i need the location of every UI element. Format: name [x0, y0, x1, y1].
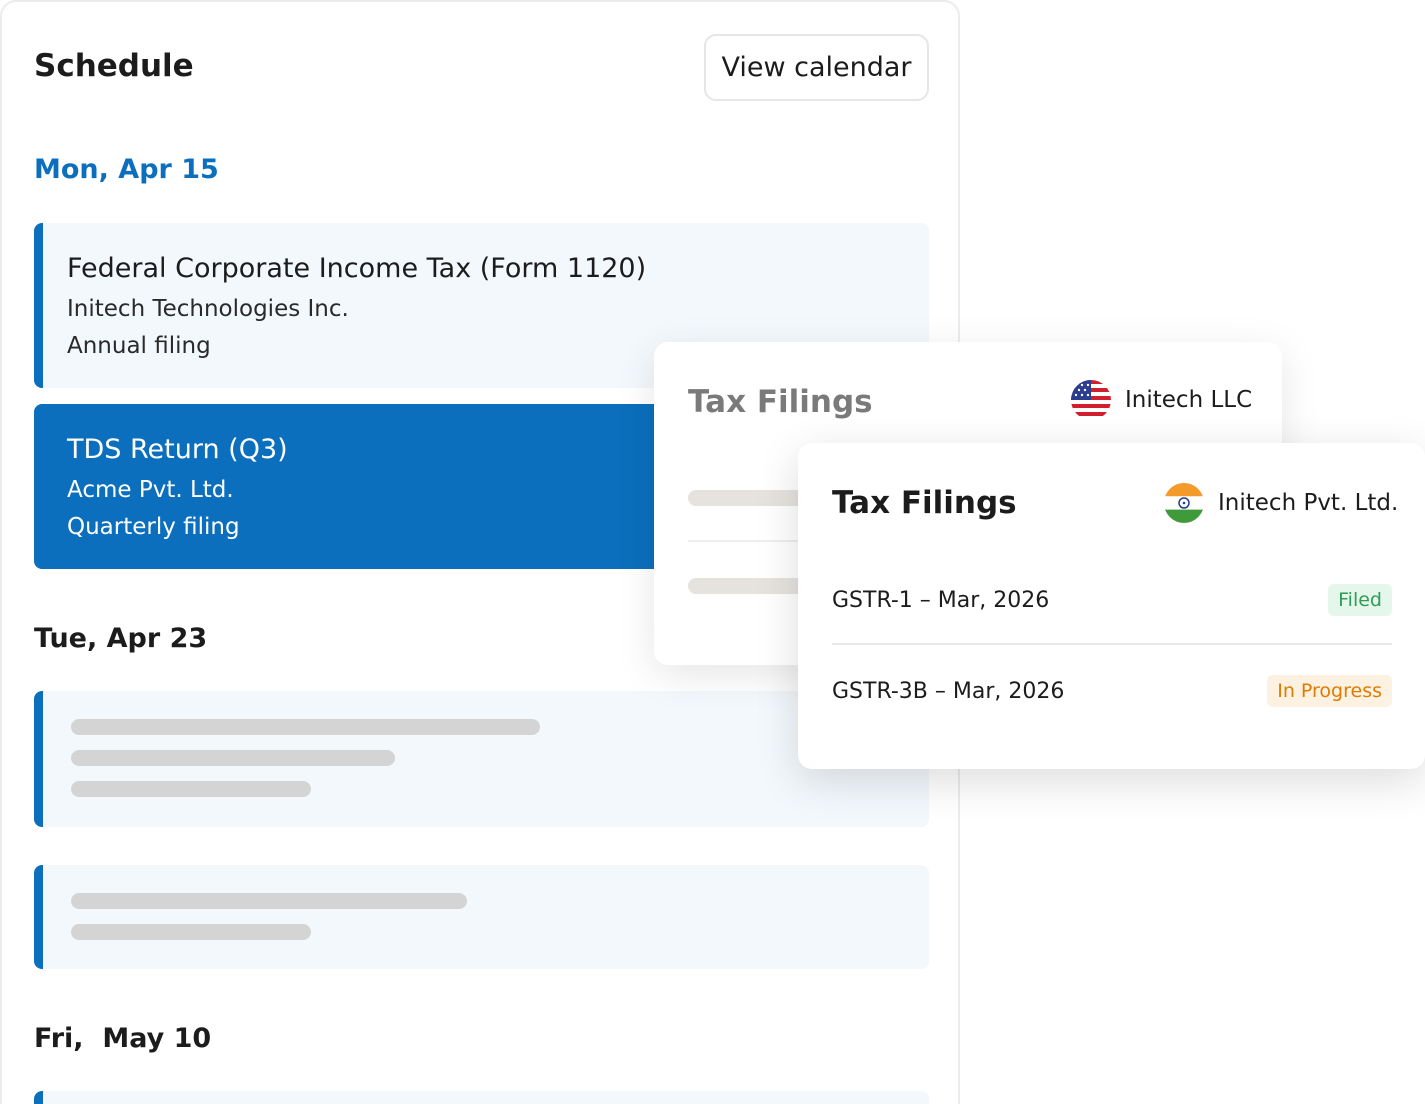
date-heading-fri-may-10[interactable]: Fri, May 10 [34, 1021, 211, 1057]
filing-row[interactable]: GSTR-3B – Mar, 2026 In Progress [832, 646, 1392, 736]
india-flag-icon [1164, 483, 1204, 523]
date-heading-tue-apr-23[interactable]: Tue, Apr 23 [34, 621, 207, 657]
entity-name: Initech Pvt. Ltd. [1218, 490, 1399, 516]
status-badge: In Progress [1267, 675, 1392, 707]
filing-name: GSTR-1 – Mar, 2026 [832, 587, 1050, 613]
event-card-placeholder[interactable] [34, 691, 929, 827]
schedule-title: Schedule [34, 48, 194, 84]
skeleton-line [71, 750, 395, 766]
date-heading-mon-apr-15[interactable]: Mon, Apr 15 [34, 152, 219, 188]
event-company: Initech Technologies Inc. [67, 296, 349, 322]
popover-title: Tax Filings [688, 384, 873, 420]
row-divider [832, 643, 1392, 645]
view-calendar-button[interactable]: View calendar [704, 34, 929, 101]
event-frequency: Annual filing [67, 333, 211, 359]
skeleton-line [71, 781, 311, 797]
skeleton-line [71, 893, 467, 909]
skeleton-line [71, 924, 311, 940]
popover-title: Tax Filings [832, 485, 1017, 521]
status-badge: Filed [1328, 584, 1392, 616]
event-card-placeholder[interactable] [34, 1091, 929, 1104]
event-title: Federal Corporate Income Tax (Form 1120) [67, 253, 647, 284]
event-card-placeholder[interactable] [34, 865, 929, 969]
us-flag-icon [1071, 380, 1111, 420]
event-company: Acme Pvt. Ltd. [67, 477, 234, 503]
event-title: TDS Return (Q3) [67, 434, 288, 465]
entity-selector[interactable]: Initech LLC [1071, 380, 1252, 420]
entity-selector[interactable]: Initech Pvt. Ltd. [1164, 483, 1398, 523]
filing-row[interactable]: GSTR-1 – Mar, 2026 Filed [832, 555, 1392, 645]
tax-filings-popover-india: Tax Filings Initech Pvt. Ltd. GSTR-1 – M… [798, 443, 1425, 769]
entity-name: Initech LLC [1125, 387, 1253, 413]
skeleton-line [71, 719, 540, 735]
filing-name: GSTR-3B – Mar, 2026 [832, 678, 1065, 704]
event-frequency: Quarterly filing [67, 514, 240, 540]
